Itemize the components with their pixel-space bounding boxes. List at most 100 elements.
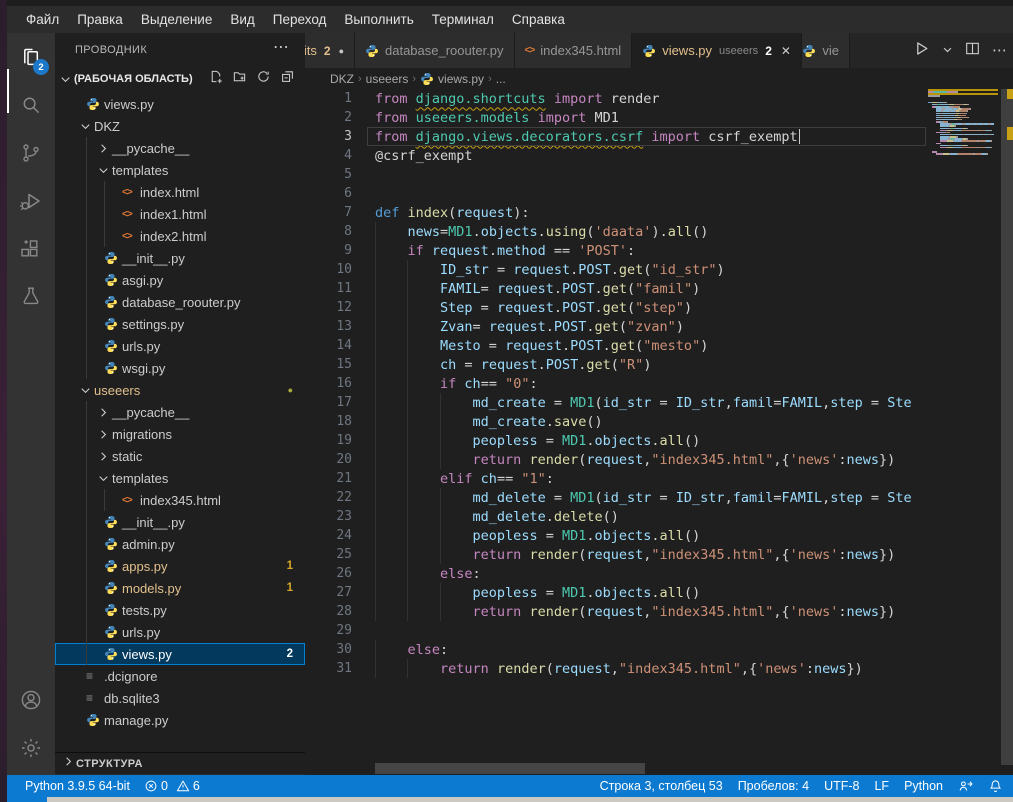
minimap[interactable] (928, 89, 1000, 796)
tree-item-migrations[interactable]: migrations (55, 423, 305, 445)
tree-item-label: models.py (122, 581, 181, 596)
tree-item-views.py[interactable]: views.py2 (55, 643, 305, 665)
line-number: 16 (305, 376, 352, 391)
menu-item-8[interactable]: Справка (503, 6, 574, 33)
tab-views.py[interactable]: views.pyuseeers2✕ (632, 33, 802, 68)
feedback-icon[interactable] (958, 779, 973, 794)
indent-guide (375, 469, 376, 488)
python-version-status[interactable]: Python 3.9.5 64-bit (25, 779, 130, 793)
tree-item-index2.html[interactable]: <>index2.html (55, 225, 305, 247)
activity-source-control-icon[interactable] (7, 129, 55, 177)
tree-item-db.sqlite3[interactable]: ≡db.sqlite3 (55, 687, 305, 709)
tree-item-views.py[interactable]: views.py (55, 93, 305, 115)
encoding-status[interactable]: UTF-8 (824, 779, 859, 793)
tree-item-DKZ[interactable]: DKZ (55, 115, 305, 137)
activity-account-icon[interactable] (7, 676, 55, 724)
tree-item-database_roouter.py[interactable]: database_roouter.py (55, 291, 305, 313)
indent-guide (407, 355, 408, 374)
breadcrumb-item-useeers[interactable]: useeers (366, 72, 409, 86)
code-token: get (603, 281, 627, 297)
tree-item-__pycache__[interactable]: __pycache__ (55, 137, 305, 159)
menu-item-5[interactable]: Переход (264, 6, 336, 33)
menu-item-7[interactable]: Терминал (423, 6, 503, 33)
notifications-bell-icon[interactable] (988, 779, 1003, 794)
menu-item-4[interactable]: Вид (221, 6, 263, 33)
breadcrumb-item-...[interactable]: ... (496, 72, 506, 86)
activity-search-icon[interactable] (7, 81, 55, 129)
tree-item-.dcignore[interactable]: ≡.dcignore (55, 665, 305, 687)
collapse-all-icon[interactable] (280, 69, 295, 89)
eol-status[interactable]: LF (874, 779, 889, 793)
indentation-status[interactable]: Пробелов: 4 (738, 779, 809, 793)
breadcrumb-item-views.py[interactable]: views.py (420, 72, 484, 86)
tree-item-models.py[interactable]: models.py1 (55, 577, 305, 599)
code-token: news (847, 547, 880, 563)
tab-vie[interactable]: vie (802, 33, 850, 68)
breadcrumb-item-DKZ[interactable]: DKZ (330, 72, 354, 86)
tab-index345.html[interactable]: <>index345.html (515, 33, 633, 68)
language-mode-status[interactable]: Python (904, 779, 943, 793)
tree-item-admin.py[interactable]: admin.py (55, 533, 305, 555)
run-button-icon[interactable] (913, 40, 930, 62)
new-folder-icon[interactable] (232, 69, 247, 89)
code-token: ch (464, 376, 480, 392)
activity-explorer-icon[interactable]: 2 (7, 33, 55, 81)
tree-item-manage.py[interactable]: manage.py (55, 709, 305, 731)
explorer-more-actions-icon[interactable]: ⋯ (273, 37, 289, 57)
workspace-section-header[interactable]: (РАБОЧАЯ ОБЛАСТЬ) ... (55, 68, 305, 90)
new-file-icon[interactable] (208, 69, 223, 89)
tree-item-asgi.py[interactable]: asgi.py (55, 269, 305, 291)
indent-guide (440, 488, 441, 507)
problems-status[interactable]: 06 (144, 779, 200, 793)
tab-database_roouter.py[interactable]: database_roouter.py (355, 33, 515, 68)
tree-item-__pycache__[interactable]: __pycache__ (55, 401, 305, 423)
vertical-scrollbar[interactable] (1000, 89, 1013, 796)
indent-guide (375, 412, 376, 431)
refresh-icon[interactable] (256, 69, 271, 89)
tree-item-label: templates (112, 163, 168, 178)
activity-settings-icon[interactable] (7, 724, 55, 772)
line-content: FAMIL= request.POST.get("famil") (375, 281, 700, 297)
tree-item-label: views.py (104, 97, 154, 112)
tab-diiits[interactable]: diiits2● (305, 33, 355, 68)
menu-item-2[interactable]: Правка (68, 6, 132, 33)
line-content: md_delete = MD1(id_str = ID_str,famil=FA… (375, 490, 912, 506)
code-token (375, 547, 473, 563)
tab-close-icon[interactable]: ✕ (781, 44, 791, 58)
tree-item-apps.py[interactable]: apps.py1 (55, 555, 305, 577)
tree-item-wsgi.py[interactable]: wsgi.py (55, 357, 305, 379)
activity-extensions-icon[interactable] (7, 225, 55, 273)
more-actions-icon[interactable]: ⋯ (992, 41, 1007, 60)
tree-item-index345.html[interactable]: <>index345.html (55, 489, 305, 511)
split-editor-icon[interactable] (965, 41, 980, 61)
menu-item-6[interactable]: Выполнить (335, 6, 422, 33)
tree-item-settings.py[interactable]: settings.py (55, 313, 305, 335)
line-number: 9 (305, 243, 352, 258)
code-editor[interactable]: 1from django.shortcuts import render2fro… (305, 89, 928, 796)
tree-item-useeers[interactable]: useeers● (55, 379, 305, 401)
tree-item-urls.py[interactable]: urls.py (55, 335, 305, 357)
menu-item-3[interactable]: Выделение (132, 6, 222, 33)
run-dropdown-chevron-icon[interactable] (942, 42, 953, 60)
code-token: ( (578, 604, 586, 620)
code-token: all (660, 585, 684, 601)
tree-item-templates[interactable]: templates (55, 159, 305, 181)
indent-guide (375, 526, 376, 545)
cursor-position-status[interactable]: Строка 3, столбец 53 (600, 779, 723, 793)
tree-item-urls.py[interactable]: urls.py (55, 621, 305, 643)
menu-item-1[interactable]: Файл (17, 6, 68, 33)
tree-item-index1.html[interactable]: <>index1.html (55, 203, 305, 225)
tree-item-static[interactable]: static (55, 445, 305, 467)
outline-section-header[interactable]: СТРУКТУРА (55, 752, 305, 775)
activity-run-debug-icon[interactable] (7, 177, 55, 225)
tree-item-index.html[interactable]: <>index.html (55, 181, 305, 203)
tree-item-__init__.py[interactable]: __init__.py (55, 247, 305, 269)
code-token: () (603, 509, 619, 525)
vertical-scrollbar-slider[interactable] (1001, 89, 1013, 765)
tree-item-tests.py[interactable]: tests.py (55, 599, 305, 621)
activity-testing-icon[interactable] (7, 273, 55, 321)
tree-item-__init__.py[interactable]: __init__.py (55, 511, 305, 533)
tree-item-templates[interactable]: templates (55, 467, 305, 489)
indent-guide (407, 336, 408, 355)
horizontal-scrollbar-slider[interactable] (375, 763, 645, 774)
